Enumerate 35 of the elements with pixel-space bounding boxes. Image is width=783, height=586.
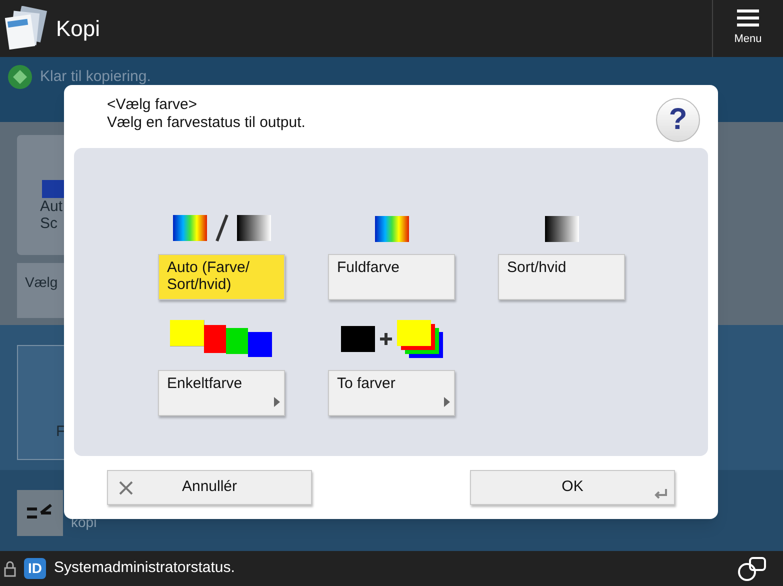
color-squares-icon bbox=[170, 320, 274, 358]
id-badge: ID bbox=[24, 558, 46, 579]
stacked-colors-icon bbox=[396, 320, 442, 358]
app-title: Kopi bbox=[56, 15, 100, 43]
documents-icon bbox=[4, 6, 48, 52]
color-option-button[interactable]: Fuldfarve bbox=[328, 254, 455, 300]
color-option-button[interactable]: Sort/hvid bbox=[498, 254, 625, 300]
dialog-title: <Vælg farve> bbox=[107, 96, 198, 114]
grayscale-gradient-icon bbox=[236, 215, 270, 241]
ok-button[interactable]: OK bbox=[470, 470, 675, 505]
close-icon bbox=[118, 480, 134, 496]
dialog-subtitle: Vælg en farvestatus til output. bbox=[107, 114, 306, 132]
setting-label: Vælg bbox=[25, 274, 58, 290]
enter-arrow-icon bbox=[654, 488, 668, 500]
submenu-arrow-icon bbox=[444, 397, 450, 407]
lock-icon bbox=[4, 560, 16, 576]
cancel-button[interactable]: Annullér bbox=[107, 470, 312, 505]
slash-icon bbox=[214, 214, 228, 242]
menu-icon bbox=[737, 9, 759, 28]
solid-square-icon bbox=[340, 326, 374, 352]
color-option-button[interactable]: Enkeltfarve bbox=[158, 370, 285, 416]
grayscale-gradient-icon bbox=[544, 216, 578, 242]
footer-status-text: Systemadministratorstatus. bbox=[54, 558, 235, 578]
tile-label: Sc bbox=[40, 215, 58, 232]
tile-label: F bbox=[56, 422, 66, 442]
bottom-label: kopi bbox=[71, 513, 97, 532]
icon-tile[interactable] bbox=[17, 490, 63, 536]
help-button[interactable]: ? bbox=[656, 98, 700, 142]
submenu-arrow-icon bbox=[274, 397, 280, 407]
color-option-button[interactable]: To farver bbox=[328, 370, 455, 416]
status-text: Klar til kopiering. bbox=[40, 67, 151, 87]
color-option-button[interactable]: Auto (Farve/ Sort/hvid) bbox=[158, 254, 285, 300]
tile-label: Aut bbox=[40, 198, 63, 215]
connection-icon bbox=[737, 556, 767, 582]
plus-icon bbox=[378, 332, 392, 346]
